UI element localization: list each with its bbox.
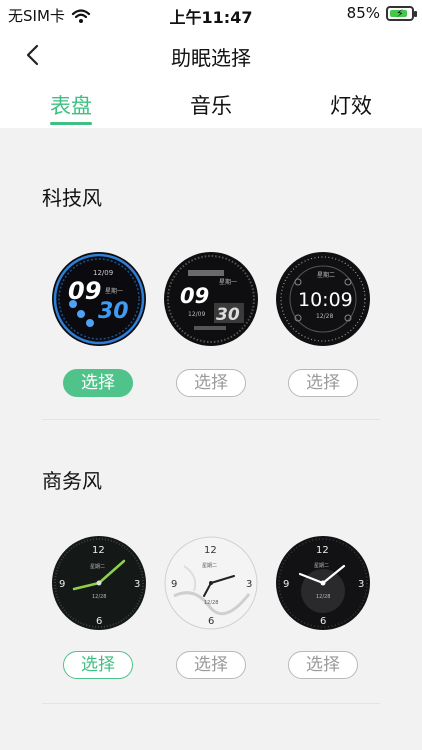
watchface-business-3[interactable]: 12 3 6 9 星期二 12/28 <box>276 536 370 630</box>
status-right: 85% ⚡ <box>346 4 417 22</box>
section-divider <box>42 419 380 420</box>
tab-lighting[interactable]: 灯效 <box>330 90 372 120</box>
dial-3: 3 <box>358 579 364 590</box>
watch-date: 12/09 <box>93 269 113 277</box>
watch-weekday: 星期二 <box>90 564 105 570</box>
tab-music[interactable]: 音乐 <box>190 90 232 120</box>
watch-weekday: 星期二 <box>202 563 217 569</box>
select-button-business-2[interactable]: 选择 <box>176 651 246 679</box>
watchface-tech-1[interactable]: 12/09 09 星期一 30 <box>52 252 146 346</box>
watch-date: 12/28 <box>92 594 106 600</box>
watch-date: 12/28 <box>316 313 333 320</box>
dial-9: 9 <box>59 579 65 590</box>
watchface-business-2[interactable]: 12 3 6 9 星期二 12/28 <box>164 536 258 630</box>
tab-bar: 表盘 音乐 灯效 <box>0 90 422 126</box>
watchface-tech-3[interactable]: 星期二 10:09 12/28 <box>276 252 370 346</box>
dial-3: 3 <box>134 579 140 590</box>
watch-date: 12/09 <box>188 311 205 318</box>
watch-hour: 09 <box>68 277 101 305</box>
tab-watchface[interactable]: 表盘 <box>50 90 92 120</box>
watch-weekday: 星期一 <box>105 287 123 295</box>
status-bar: 无SIM卡 上午11:47 85% ⚡ <box>0 0 422 28</box>
dial-12: 12 <box>204 545 217 556</box>
section-title-business: 商务风 <box>42 469 102 493</box>
dial-9: 9 <box>171 579 177 590</box>
dial-6: 6 <box>96 616 102 627</box>
watchface-tech-2[interactable]: 星期一 09 30 12/09 <box>164 252 258 346</box>
watch-date: 12/28 <box>204 600 218 606</box>
watch-time: 10:09 <box>298 289 353 311</box>
select-button-business-3[interactable]: 选择 <box>288 651 358 679</box>
watch-weekday: 星期二 <box>317 271 335 279</box>
watch-minute: 30 <box>216 305 240 325</box>
section-divider <box>42 703 380 704</box>
battery-percent: 85% <box>346 4 380 22</box>
watch-hour: 09 <box>180 284 209 308</box>
select-button-business-1[interactable]: 选择 <box>63 651 133 679</box>
watch-minute: 30 <box>98 299 129 324</box>
select-button-tech-2[interactable]: 选择 <box>176 369 246 397</box>
dial-6: 6 <box>208 616 214 627</box>
watch-weekday: 星期一 <box>219 278 237 286</box>
active-tab-indicator <box>50 122 92 125</box>
dial-12: 12 <box>316 545 329 556</box>
watch-date: 12/28 <box>316 594 330 600</box>
charging-bolt-icon: ⚡ <box>396 6 404 20</box>
watch-weekday: 星期二 <box>314 563 329 569</box>
dial-9: 9 <box>283 579 289 590</box>
select-button-tech-1[interactable]: 选择 <box>63 369 133 397</box>
dial-6: 6 <box>320 616 326 627</box>
nav-bar: 助眠选择 <box>0 36 422 76</box>
watchface-business-1[interactable]: 12 3 6 9 星期二 12/28 <box>52 536 146 630</box>
select-button-tech-3[interactable]: 选择 <box>288 369 358 397</box>
page-title: 助眠选择 <box>171 46 251 70</box>
dial-3: 3 <box>246 579 252 590</box>
battery-icon: ⚡ <box>386 5 417 21</box>
section-title-tech: 科技风 <box>42 186 102 210</box>
dial-12: 12 <box>92 545 105 556</box>
